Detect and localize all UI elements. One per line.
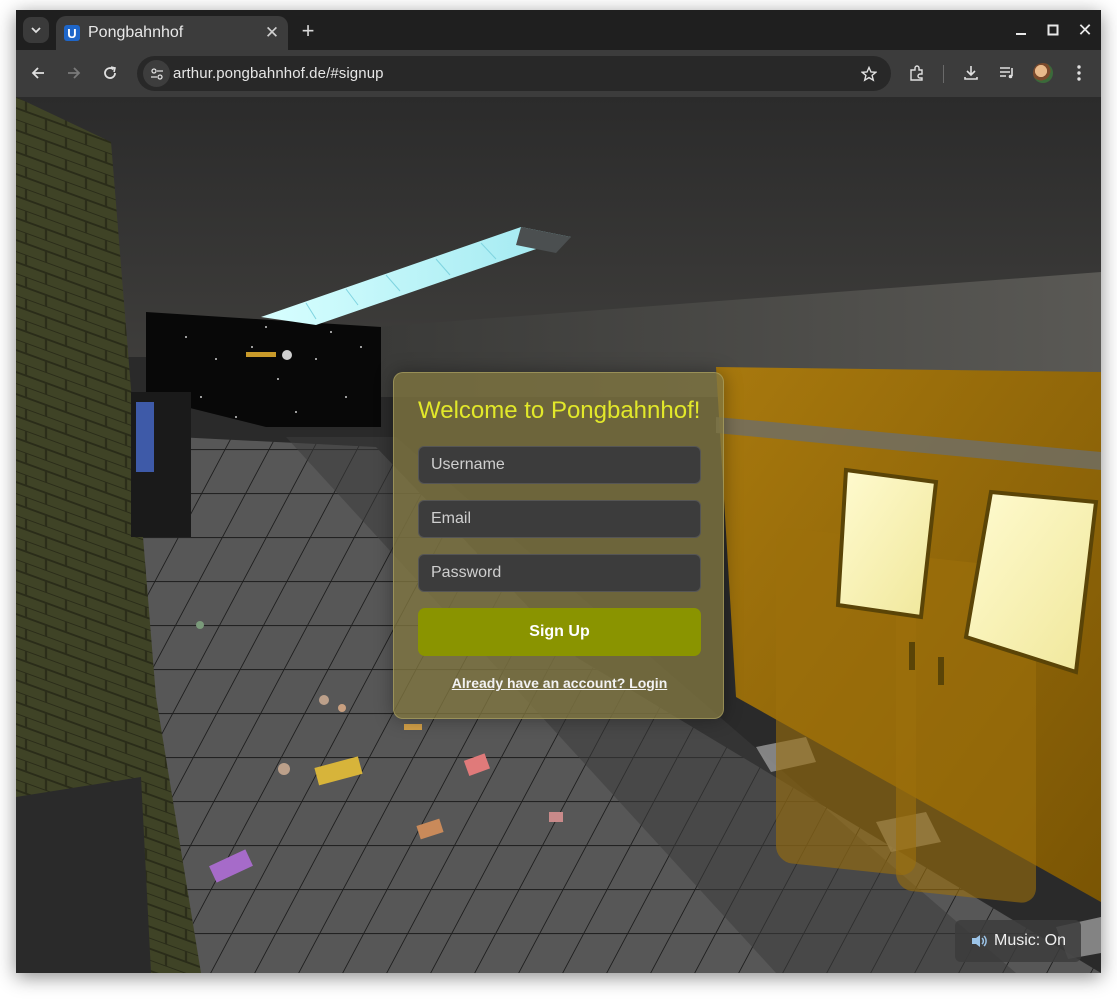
signup-card: Welcome to Pongbahnhof! Sign Up Already … — [393, 372, 724, 719]
plus-icon[interactable]: + — [296, 18, 320, 43]
page-title: Welcome to Pongbahnhof! — [418, 397, 701, 424]
maximize-icon[interactable] — [1041, 18, 1065, 42]
favicon: U — [64, 25, 80, 41]
star-icon[interactable] — [857, 62, 881, 86]
media-icon[interactable] — [995, 61, 1019, 85]
window-close-icon[interactable]: ✕ — [1073, 18, 1097, 42]
extensions-icon[interactable] — [905, 61, 929, 85]
tab-title: Pongbahnhof — [88, 24, 184, 41]
reload-icon[interactable] — [98, 61, 122, 85]
tab-strip: U Pongbahnhof ✕ + ✕ — [16, 10, 1101, 50]
page-viewport: Welcome to Pongbahnhof! Sign Up Already … — [16, 97, 1101, 973]
minimize-icon[interactable] — [1009, 18, 1033, 42]
password-input[interactable] — [418, 554, 701, 592]
sign-up-button[interactable]: Sign Up — [418, 608, 701, 656]
kebab-menu-icon[interactable] — [1067, 61, 1091, 85]
url-text: arthur.pongbahnhof.de/#signup — [173, 65, 384, 82]
music-label: Music: On — [993, 932, 1066, 949]
tab-search-icon[interactable] — [23, 17, 49, 43]
speaker-icon — [971, 935, 987, 947]
tab-pongbahnhof[interactable]: U Pongbahnhof ✕ — [56, 16, 288, 50]
toolbar: arthur.pongbahnhof.de/#signup — [16, 50, 1101, 97]
username-input[interactable] — [418, 446, 701, 484]
forward-icon[interactable] — [62, 61, 86, 85]
toolbar-separator — [943, 65, 944, 83]
address-bar[interactable]: arthur.pongbahnhof.de/#signup — [137, 56, 891, 91]
download-icon[interactable] — [959, 61, 983, 85]
back-icon[interactable] — [26, 61, 50, 85]
email-input[interactable] — [418, 500, 701, 538]
browser-window: U Pongbahnhof ✕ + ✕ arthur.pongbahnhof.d… — [16, 10, 1101, 973]
close-icon[interactable]: ✕ — [262, 23, 282, 43]
avatar[interactable] — [1033, 63, 1053, 83]
login-link[interactable]: Already have an account? Login — [394, 675, 725, 691]
music-toggle-button[interactable]: Music: On — [955, 920, 1081, 962]
site-info-icon[interactable] — [143, 60, 170, 87]
